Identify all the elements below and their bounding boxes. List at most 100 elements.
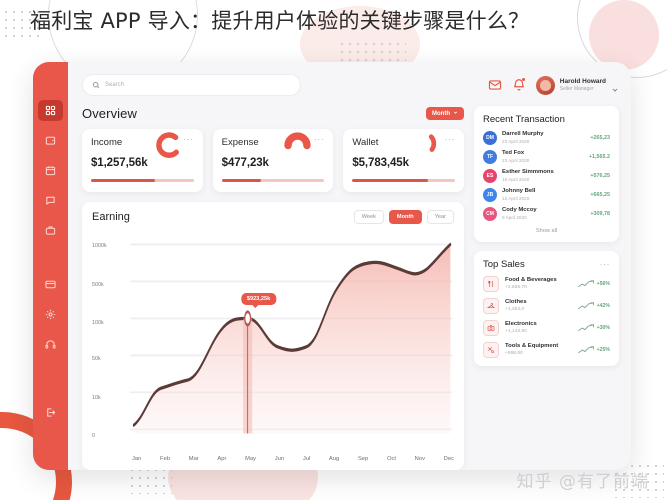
search-icon bbox=[92, 76, 100, 94]
stat-card-wallet[interactable]: Wallet ··· $5,783,45k bbox=[343, 129, 465, 192]
transaction-row[interactable]: JB Johnny Bell 12 April 2020 +665,25 bbox=[483, 188, 610, 202]
gear-icon bbox=[45, 309, 56, 320]
profile-text: Harold Howard Seller Manager bbox=[560, 78, 606, 92]
transaction-amount: +265,23 bbox=[590, 135, 610, 141]
overview-period-button[interactable]: Month bbox=[426, 107, 464, 120]
top-sales-title: Top Sales bbox=[483, 259, 525, 270]
hanger-icon bbox=[483, 298, 499, 314]
overview-cards: Income ··· $1,257,56k Expense ··· $477,2… bbox=[82, 129, 465, 192]
x-tick: Nov bbox=[414, 456, 425, 462]
transaction-info: Ted Fox 23 April 2020 bbox=[502, 150, 584, 164]
cutlery-icon bbox=[483, 276, 499, 292]
top-sales-trend: +25% bbox=[577, 346, 610, 354]
sidebar-item-settings[interactable] bbox=[38, 304, 63, 325]
mail-icon[interactable] bbox=[488, 78, 502, 92]
y-tick-500k: 500k bbox=[92, 281, 104, 288]
card-menu-icon[interactable]: ··· bbox=[445, 134, 456, 144]
sidebar-item-card[interactable] bbox=[38, 274, 63, 295]
x-tick: Aug bbox=[328, 456, 340, 462]
transaction-row[interactable]: CM Cody Mccoy 9 April 2020 +309,78 bbox=[483, 207, 610, 221]
avatar: DM bbox=[483, 131, 497, 145]
overview-period-label: Month bbox=[432, 110, 450, 117]
transaction-date: 23 April 2020 bbox=[502, 138, 530, 144]
grid-icon bbox=[45, 105, 56, 116]
arc-chart-income bbox=[155, 132, 179, 158]
top-sales-info: Clothes +1,354,0 bbox=[505, 299, 572, 314]
transaction-name: Esther Simmmons bbox=[502, 169, 554, 176]
progress-track bbox=[352, 179, 456, 182]
search-input[interactable]: Search bbox=[82, 74, 301, 96]
y-tick-0: 0 bbox=[92, 432, 95, 439]
sidebar-item-logout[interactable] bbox=[38, 402, 63, 423]
sidebar-item-wallet[interactable] bbox=[38, 130, 63, 151]
sidebar-item-calendar[interactable] bbox=[38, 160, 63, 181]
x-tick: Apr bbox=[217, 456, 227, 462]
transaction-info: Cody Mccoy 9 April 2020 bbox=[502, 207, 585, 221]
transaction-amount: +309,78 bbox=[590, 211, 610, 217]
progress-fill bbox=[91, 179, 155, 182]
content-row: Overview Month Income ··· $1,257,56k Exp… bbox=[82, 98, 619, 470]
trend-up-icon bbox=[577, 302, 594, 310]
sidebar-item-support[interactable] bbox=[38, 334, 63, 355]
range-year-button[interactable]: Year bbox=[426, 210, 454, 224]
top-sales-value: +1,143,90 bbox=[505, 328, 527, 334]
profile-menu[interactable]: Harold Howard Seller Manager bbox=[535, 75, 619, 95]
card-menu-icon[interactable]: ··· bbox=[314, 134, 325, 144]
bell-icon[interactable] bbox=[512, 78, 526, 92]
wallet-icon bbox=[45, 135, 56, 146]
top-sales-header: Top Sales ··· bbox=[483, 259, 610, 270]
transaction-name: Darrell Murphy bbox=[502, 131, 544, 138]
top-sales-percent: +42% bbox=[596, 303, 610, 309]
transaction-name: Johnny Bell bbox=[502, 188, 536, 195]
stat-label: Wallet bbox=[352, 137, 379, 148]
sidebar-item-chat[interactable] bbox=[38, 190, 63, 211]
stat-label: Income bbox=[91, 137, 123, 148]
y-tick-10k: 10k bbox=[92, 394, 101, 401]
sidebar-item-briefcase[interactable] bbox=[38, 220, 63, 241]
transaction-row[interactable]: ES Esther Simmmons 15 April 2020 +576,25 bbox=[483, 169, 610, 183]
top-sales-value: +898,80 bbox=[505, 350, 523, 356]
top-sales-row[interactable]: Tools & Equipment +898,80 +25% bbox=[483, 342, 610, 358]
main-area: Search Harold Howard Seller Manager Over… bbox=[68, 62, 631, 470]
left-column: Overview Month Income ··· $1,257,56k Exp… bbox=[82, 106, 465, 470]
transaction-row[interactable]: TF Ted Fox 23 April 2020 +1,565.2 bbox=[483, 150, 610, 164]
range-week-button[interactable]: Week bbox=[353, 210, 384, 224]
x-tick: Oct bbox=[386, 456, 396, 462]
tools-icon bbox=[483, 342, 499, 358]
trend-up-icon bbox=[577, 324, 594, 332]
progress-track bbox=[221, 179, 325, 182]
camera-icon bbox=[483, 320, 499, 336]
transaction-amount: +665,25 bbox=[590, 192, 610, 198]
x-tick: Dec bbox=[443, 456, 454, 462]
overview-title: Overview bbox=[82, 106, 137, 121]
transaction-row[interactable]: DM Darrell Murphy 23 April 2020 +265,23 bbox=[483, 131, 610, 145]
top-sales-panel: Top Sales ··· Food & Beverages +2,658,70 bbox=[474, 251, 619, 366]
top-sales-row[interactable]: Clothes +1,354,0 +42% bbox=[483, 298, 610, 314]
transaction-date: 12 April 2020 bbox=[502, 195, 530, 201]
top-sales-menu-icon[interactable]: ··· bbox=[600, 259, 611, 269]
card-menu-icon[interactable]: ··· bbox=[183, 134, 194, 144]
transaction-date: 9 April 2020 bbox=[502, 214, 527, 220]
transaction-amount: +1,565.2 bbox=[588, 154, 610, 160]
transaction-info: Esther Simmmons 15 April 2020 bbox=[502, 169, 585, 183]
dashboard-window: Search Harold Howard Seller Manager Over… bbox=[33, 62, 631, 470]
top-sales-percent: +30% bbox=[596, 325, 610, 331]
headphones-icon bbox=[45, 339, 56, 350]
y-tick-50k: 50k bbox=[92, 356, 101, 363]
progress-track bbox=[91, 179, 194, 182]
stat-card-expense[interactable]: Expense ··· $477,23k bbox=[212, 129, 334, 192]
show-all-link[interactable]: Show all bbox=[483, 226, 610, 234]
x-tick: Mar bbox=[188, 456, 199, 462]
range-month-button[interactable]: Month bbox=[388, 210, 422, 224]
page-title: 福利宝 APP 导入：提升用户体验的关键步骤是什么？ bbox=[30, 9, 530, 33]
chat-icon bbox=[45, 195, 56, 206]
top-sales-name: Clothes bbox=[505, 298, 527, 305]
top-sales-name: Food & Beverages bbox=[505, 276, 557, 283]
top-sales-trend: +30% bbox=[577, 324, 610, 332]
stat-card-income[interactable]: Income ··· $1,257,56k bbox=[82, 129, 203, 192]
top-sales-row[interactable]: Electronics +1,143,90 +30% bbox=[483, 320, 610, 336]
overview-header: Overview Month bbox=[82, 106, 464, 121]
transaction-amount: +576,25 bbox=[590, 173, 610, 179]
sidebar-item-dashboard[interactable] bbox=[38, 100, 63, 121]
top-sales-row[interactable]: Food & Beverages +2,658,70 +56% bbox=[483, 276, 610, 292]
